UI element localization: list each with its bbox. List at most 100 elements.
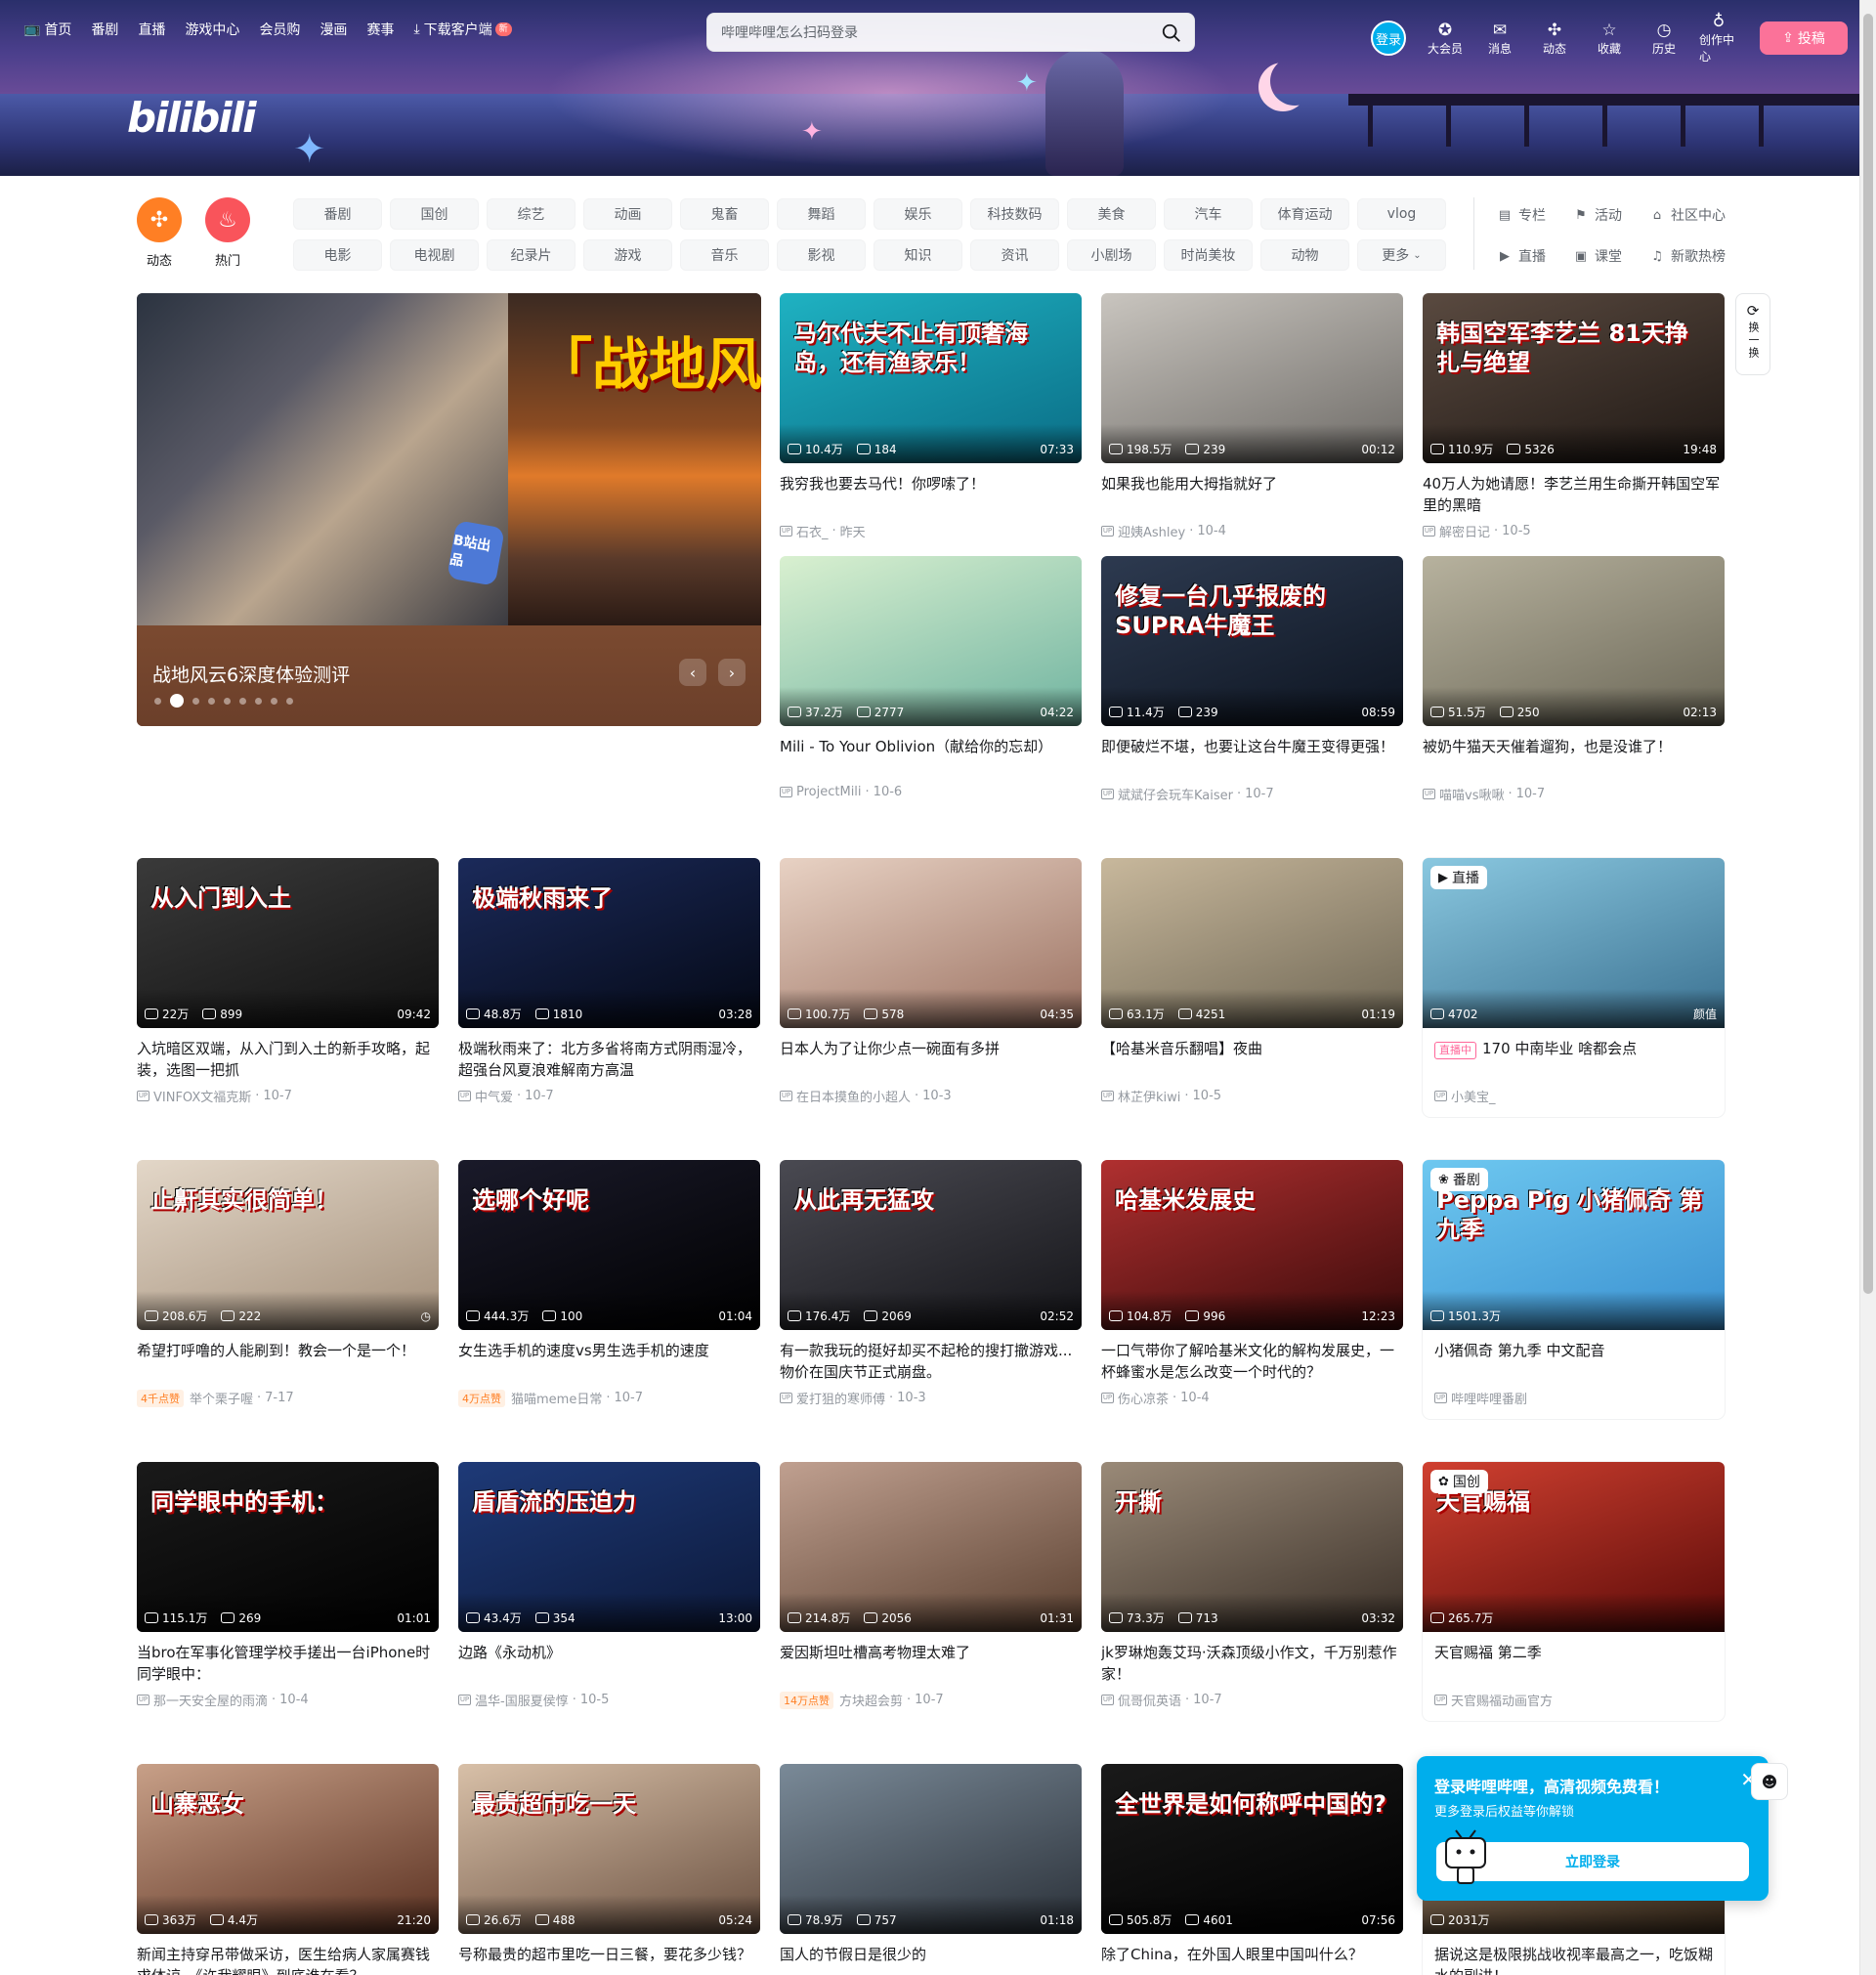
extra-link[interactable]: ⌂ 社区中心 [1649, 205, 1726, 225]
uploader-name[interactable]: 温华-国服夏侯惇 [475, 1691, 569, 1709]
nav-manga[interactable]: 漫画 [320, 20, 347, 39]
video-card[interactable]: 214.8万 2056 01:31 爱因斯坦吐槽高考物理太难了 14万点赞 方块超会剪 · 1… [780, 1462, 1082, 1709]
uploader-name[interactable]: 天官赐福动画官方 [1451, 1691, 1553, 1709]
video-card[interactable]: 韩国空军李艺兰 81天挣扎与绝望 110.9万 5326 19:48 40万人为她请愿！… [1423, 293, 1725, 540]
uploader-name[interactable]: 在日本摸鱼的小超人 [796, 1087, 911, 1105]
channel-tag[interactable]: 游戏 [583, 239, 672, 271]
upload-button[interactable]: ⇪ 投稿 [1760, 21, 1848, 55]
video-title[interactable]: 据说这是极限挑战收视率最高之一，吃饭糊水的副讲！ [1434, 1944, 1713, 1975]
video-title[interactable]: Mili - To Your Oblivion（献给你的忘却） [780, 736, 1082, 779]
channel-tag[interactable]: 鬼畜 [680, 198, 769, 230]
channel-tag[interactable]: 知识 [874, 239, 962, 271]
uploader-name[interactable]: VINFOX文福克斯 [153, 1087, 251, 1105]
video-title[interactable]: 天官赐福 第二季 [1434, 1642, 1713, 1685]
video-title[interactable]: 有一款我玩的挺好却买不起枪的搜打撤游戏...物价在国庆节正式崩盘。 [780, 1340, 1082, 1383]
carousel-dot[interactable] [271, 697, 277, 705]
carousel-dot[interactable] [154, 697, 161, 705]
nav-home[interactable]: 📺 首页 [23, 20, 71, 39]
channel-tag[interactable]: 更多 ⌄ [1357, 239, 1446, 271]
video-card[interactable]: 37.2万 2777 04:22 Mili - To Your Oblivion（献给… [780, 556, 1082, 799]
carousel-dot[interactable] [255, 697, 262, 705]
extra-link[interactable]: ⚑ 活动 [1573, 205, 1622, 225]
channel-tag[interactable]: 动物 [1260, 239, 1349, 271]
nav-bangumi[interactable]: 番剧 [91, 20, 118, 39]
carousel-dot[interactable] [170, 694, 184, 708]
video-card[interactable]: 从入门到入土 22万 899 09:42 入坑暗区双端，从入门到入土的新手攻略，起装，选… [137, 858, 439, 1105]
video-thumbnail[interactable]: Peppa Pig 小猪佩奇 第九季 ❀ 番剧 1501.3万 [1423, 1160, 1725, 1330]
video-title[interactable]: 国人的节假日是很少的 [780, 1944, 1082, 1975]
video-thumbnail[interactable]: 37.2万 2777 04:22 [780, 556, 1082, 726]
special-card[interactable]: ▶ 直播 4702 颜值 直播中 170 中南毕业 啥都会点 UP 小美宝_ [1423, 858, 1725, 1117]
channel-tag[interactable]: 纪录片 [487, 239, 576, 271]
video-title[interactable]: 入坑暗区双端，从入门到入土的新手攻略，起装，选图一把抓 [137, 1038, 439, 1081]
video-title[interactable]: 直播中 170 中南毕业 啥都会点 [1434, 1038, 1713, 1081]
video-card[interactable]: 修复一台几乎报废的 SUPRA牛魔王 11.4万 239 08:59 即便破烂不堪，也要… [1101, 556, 1403, 803]
carousel-dot[interactable] [224, 697, 231, 705]
video-card[interactable]: 哈基米发展史 104.8万 996 12:23 一口气带你了解哈基米文化的解构发展史，一… [1101, 1160, 1403, 1407]
nav-game[interactable]: 游戏中心 [185, 20, 239, 39]
video-thumbnail[interactable]: 同学眼中的手机： 115.1万 269 01:01 [137, 1462, 439, 1632]
channel-tag[interactable]: 国创 [390, 198, 479, 230]
video-title[interactable]: 40万人为她请愿！李艺兰用生命撕开韩国空军里的黑暗 [1423, 473, 1725, 516]
video-thumbnail[interactable]: 韩国空军李艺兰 81天挣扎与绝望 110.9万 5326 19:48 [1423, 293, 1725, 463]
carousel-title[interactable]: 战地风云6深度体验测评 [152, 661, 350, 687]
carousel-dot[interactable] [208, 697, 215, 705]
video-title[interactable]: 被奶牛猫天天催着遛狗，也是没谁了！ [1423, 736, 1725, 779]
video-thumbnail[interactable]: 极端秋雨来了 48.8万 1810 03:28 [458, 858, 760, 1028]
uploader-name[interactable]: 猫喵meme日常 [511, 1389, 602, 1407]
video-card[interactable]: 山寨恶女 363万 4.4万 21:20 新闻主持穿吊带做采访，医生给病人家属赛钱求体谅… [137, 1764, 439, 1975]
carousel-dot[interactable] [239, 697, 246, 705]
uploader-name[interactable]: 迎姨Ashley [1118, 522, 1185, 540]
video-card[interactable]: 从此再无猛攻 176.4万 2069 02:52 有一款我玩的挺好却买不起枪的搜打撤游戏… [780, 1160, 1082, 1407]
uploader-name[interactable]: 那一天安全屋的雨滴 [153, 1691, 268, 1709]
channel-tag[interactable]: 动画 [583, 198, 672, 230]
video-title[interactable]: 如果我也能用大拇指就好了 [1101, 473, 1403, 516]
extra-link[interactable]: ▶ 直播 [1497, 246, 1546, 266]
scrollbar-thumb[interactable] [1863, 14, 1873, 1294]
channel-dynamic[interactable]: ✣ 动态 [137, 197, 182, 269]
extra-link[interactable]: ♫ 新歌热榜 [1649, 246, 1726, 266]
video-title[interactable]: 希望打呼噜的人能刷到！教会一个是一个！ [137, 1340, 439, 1383]
uploader-name[interactable]: 举个栗子喔 [190, 1389, 253, 1407]
channel-tag[interactable]: 综艺 [487, 198, 576, 230]
video-card[interactable]: 止鼾其实很简单！ 208.6万 222 ◷ 希望打呼噜的人能刷到！教会一个是一个！ 4千点… [137, 1160, 439, 1407]
search-icon[interactable] [1161, 22, 1182, 44]
video-card[interactable]: 极端秋雨来了 48.8万 1810 03:28 极端秋雨来了：北方多省将南方式阴雨湿冷，… [458, 858, 760, 1105]
video-card[interactable]: 63.1万 4251 01:19 【哈基米音乐翻唱】夜曲 UP 林芷伊kiwi · 10-5 [1101, 858, 1403, 1105]
video-card[interactable]: 全世界是如何称呼中国的? 505.8万 4601 07:56 除了China，在外国人眼… [1101, 1764, 1403, 1975]
uploader-name[interactable]: 喵喵vs啾啾 [1439, 785, 1504, 803]
uploader-name[interactable]: 林芷伊kiwi [1118, 1087, 1180, 1105]
video-title[interactable]: 边路《永动机》 [458, 1642, 760, 1685]
side-helper-icon[interactable]: ☻ [1751, 1763, 1788, 1800]
video-thumbnail[interactable]: 最贵超市吃一天 26.6万 488 05:24 [458, 1764, 760, 1934]
video-title[interactable]: 除了China，在外国人眼里中国叫什么？ [1101, 1944, 1403, 1975]
channel-tag[interactable]: 小剧场 [1067, 239, 1156, 271]
nav-match[interactable]: 赛事 [366, 20, 394, 39]
uploader-name[interactable]: 石衣_ [796, 522, 829, 540]
video-title[interactable]: 小猪佩奇 第九季 中文配音 [1434, 1340, 1713, 1383]
video-title[interactable]: 极端秋雨来了：北方多省将南方式阴雨湿冷，超强台风夏浪难解南方高温 [458, 1038, 760, 1081]
video-title[interactable]: 当bro在军事化管理学校手搓出一台iPhone时 同学眼中： [137, 1642, 439, 1685]
video-card[interactable]: 78.9万 757 01:18 国人的节假日是很少的 [780, 1764, 1082, 1975]
video-card[interactable]: 选哪个好呢 444.3万 100 01:04 女生选手机的速度vs男生选手机的速度 4万点… [458, 1160, 760, 1407]
uploader-name[interactable]: 中气爱 [475, 1087, 513, 1105]
bilibili-logo[interactable]: bilibili [127, 94, 257, 142]
uploader-name[interactable]: 解密日记 [1439, 522, 1490, 540]
channel-tag[interactable]: 舞蹈 [777, 198, 866, 230]
video-thumbnail[interactable]: 198.5万 239 00:12 [1101, 293, 1403, 463]
refresh-button[interactable]: ⟳ 换一换 [1735, 293, 1770, 375]
carousel-prev-button[interactable]: ‹ [679, 659, 706, 686]
video-thumbnail[interactable]: 从此再无猛攻 176.4万 2069 02:52 [780, 1160, 1082, 1330]
carousel-next-button[interactable]: › [718, 659, 746, 686]
video-title[interactable]: 爱因斯坦吐槽高考物理太难了 [780, 1642, 1082, 1685]
video-title[interactable]: 【哈基米音乐翻唱】夜曲 [1101, 1038, 1403, 1081]
channel-tag[interactable]: 美食 [1067, 198, 1156, 230]
extra-link[interactable]: ▣ 课堂 [1573, 246, 1622, 266]
channel-hot[interactable]: ♨ 热门 [205, 197, 250, 269]
video-thumbnail[interactable]: 从入门到入土 22万 899 09:42 [137, 858, 439, 1028]
video-card[interactable]: 同学眼中的手机： 115.1万 269 01:01 当bro在军事化管理学校手搓出一台i… [137, 1462, 439, 1709]
channel-tag[interactable]: 音乐 [680, 239, 769, 271]
special-card[interactable]: 天官赐福 ✿ 国创 265.7万 天官赐福 第二季 UP 天官赐福动画官方 [1423, 1462, 1725, 1721]
video-title[interactable]: 新闻主持穿吊带做采访，医生给病人家属赛钱求体谅，《许我耀眼》到底谁在看？ [137, 1944, 439, 1975]
video-thumbnail[interactable]: 哈基米发展史 104.8万 996 12:23 [1101, 1160, 1403, 1330]
